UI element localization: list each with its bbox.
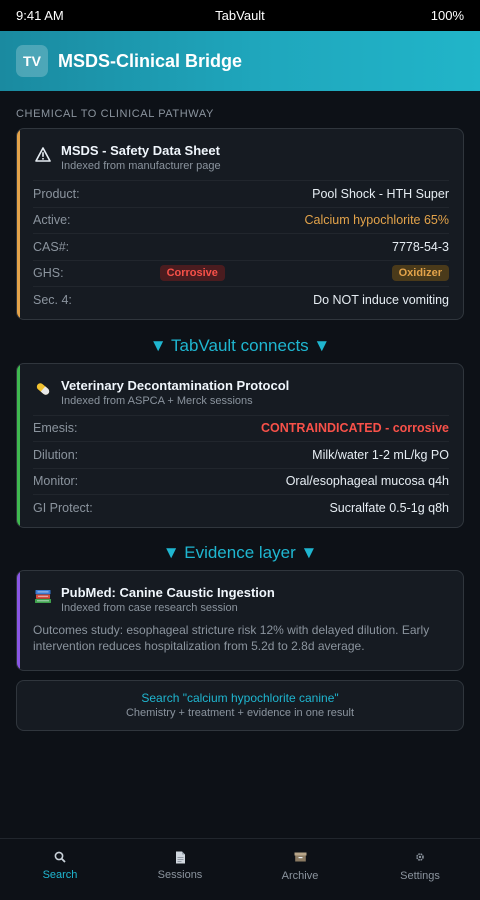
nav-label: Sessions bbox=[157, 869, 203, 881]
search-icon bbox=[54, 851, 66, 865]
status-time: 9:41 AM bbox=[16, 8, 64, 23]
nav-sessions[interactable]: Sessions bbox=[120, 839, 240, 900]
connector-tabvault: ▼ TabVault connects ▼ bbox=[149, 335, 331, 355]
vet-row-dilution: Dilution: Milk/water 1-2 mL/kg PO bbox=[33, 441, 449, 468]
msds-row-product: Product: Pool Shock - HTH Super bbox=[33, 180, 449, 207]
evidence-summary: Outcomes study: esophageal stricture ris… bbox=[33, 622, 430, 653]
msds-card-title: MSDS - Safety Data Sheet bbox=[61, 143, 220, 158]
app-logo: TV bbox=[16, 45, 48, 77]
app-header: TV MSDS-Clinical Bridge bbox=[0, 31, 480, 91]
pill-icon bbox=[33, 379, 53, 399]
msds-row-ghs: GHS: Corrosive Oxidizer bbox=[33, 259, 449, 287]
nav-archive[interactable]: Archive bbox=[240, 839, 360, 900]
row-label: Sec. 4: bbox=[33, 292, 72, 307]
nav-label: Search bbox=[42, 869, 78, 881]
msds-card[interactable]: MSDS - Safety Data Sheet Indexed from ma… bbox=[16, 128, 464, 320]
msds-row-active: Active: Calcium hypochlorite 65% bbox=[33, 206, 449, 234]
ghs-tag-corrosive: Corrosive bbox=[159, 265, 225, 282]
row-label: Active: bbox=[33, 213, 71, 228]
vet-card-title: Veterinary Decontamination Protocol bbox=[61, 377, 290, 393]
vet-protocol-card[interactable]: Veterinary Decontamination Protocol Inde… bbox=[16, 362, 464, 528]
search-suggestion-subtitle: Chemistry + treatment + evidence in one … bbox=[125, 706, 355, 719]
main-content: CHEMICAL TO CLINICAL PATHWAY MSDS - Safe… bbox=[0, 108, 480, 731]
vet-card-subtitle: Indexed from ASPCA + Merck sessions bbox=[61, 394, 253, 407]
status-battery: 100% bbox=[430, 8, 464, 23]
nav-settings[interactable]: Settings bbox=[360, 839, 480, 900]
row-value: Calcium hypochlorite 65% bbox=[304, 213, 449, 228]
section-label: CHEMICAL TO CLINICAL PATHWAY bbox=[16, 108, 214, 120]
search-query-link[interactable]: Search "calcium hypochlorite canine" bbox=[17, 691, 463, 705]
status-bar: 9:41 AM TabVault 100% bbox=[0, 0, 480, 31]
page-title: MSDS-Clinical Bridge bbox=[58, 50, 243, 71]
msds-card-subtitle: Indexed from manufacturer page bbox=[61, 160, 221, 172]
archive-icon bbox=[294, 852, 307, 866]
nav-label: Settings bbox=[400, 870, 440, 882]
vet-row-emesis: Emesis: CONTRAINDICATED - corrosive bbox=[33, 414, 449, 442]
connector-evidence: ▼ Evidence layer ▼ bbox=[162, 542, 318, 562]
row-value: Sucralfate 0.5-1g q8h bbox=[329, 500, 449, 515]
ghs-tag-oxidizer: Oxidizer bbox=[391, 265, 449, 282]
search-suggestion[interactable]: Search "calcium hypochlorite canine" Che… bbox=[16, 679, 464, 731]
warning-icon bbox=[33, 144, 53, 164]
pubmed-card-title: PubMed: Canine Caustic Ingestion bbox=[61, 584, 275, 600]
msds-row-cas: CAS#: 7778-54-3 bbox=[33, 233, 449, 260]
row-label: GI Protect: bbox=[33, 500, 93, 515]
document-icon bbox=[175, 851, 186, 865]
nav-search[interactable]: Search bbox=[0, 839, 120, 900]
row-label: CAS#: bbox=[33, 239, 70, 254]
bottom-nav: Search Sessions Archive Settings bbox=[0, 838, 480, 900]
row-label: Product: bbox=[33, 186, 80, 201]
row-label: Dilution: bbox=[33, 447, 79, 462]
row-value: Oral/esophageal mucosa q4h bbox=[285, 474, 449, 489]
books-icon bbox=[33, 586, 53, 606]
row-value: Milk/water 1-2 mL/kg PO bbox=[312, 447, 449, 462]
msds-row-sec4: Sec. 4: Do NOT induce vomiting bbox=[33, 286, 449, 313]
row-value: Pool Shock - HTH Super bbox=[312, 186, 449, 201]
row-label: Monitor: bbox=[33, 474, 79, 489]
row-value: CONTRAINDICATED - corrosive bbox=[261, 421, 449, 436]
nav-label: Archive bbox=[281, 870, 319, 882]
pubmed-card[interactable]: PubMed: Canine Caustic Ingestion Indexed… bbox=[16, 569, 464, 671]
row-value: Do NOT induce vomiting bbox=[313, 292, 449, 307]
vet-row-gi-protect: GI Protect: Sucralfate 0.5-1g q8h bbox=[33, 494, 449, 521]
row-label: GHS: bbox=[33, 266, 64, 281]
row-value: 7778-54-3 bbox=[392, 239, 449, 254]
status-carrier: TabVault bbox=[215, 8, 265, 23]
row-label: Emesis: bbox=[33, 421, 78, 436]
gear-icon bbox=[415, 852, 425, 866]
vet-row-monitor: Monitor: Oral/esophageal mucosa q4h bbox=[33, 467, 449, 495]
pubmed-card-subtitle: Indexed from case research session bbox=[61, 601, 238, 614]
